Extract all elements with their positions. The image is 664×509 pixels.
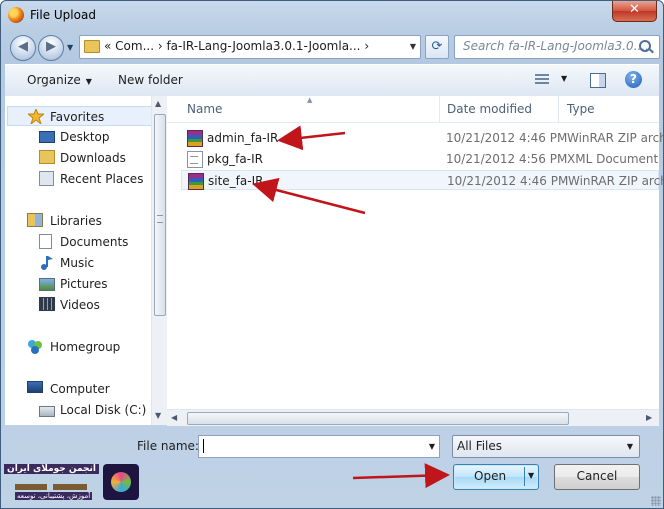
arrow-to-admin-file (277, 125, 346, 151)
file-upload-dialog: File Upload ✕ ◀ ▶ ▼ « Com... › fa-IR-Lan… (0, 0, 664, 509)
arrow-to-open-button (352, 463, 450, 489)
annotation-arrows (252, 125, 450, 489)
arrow-to-site-file (252, 177, 366, 215)
